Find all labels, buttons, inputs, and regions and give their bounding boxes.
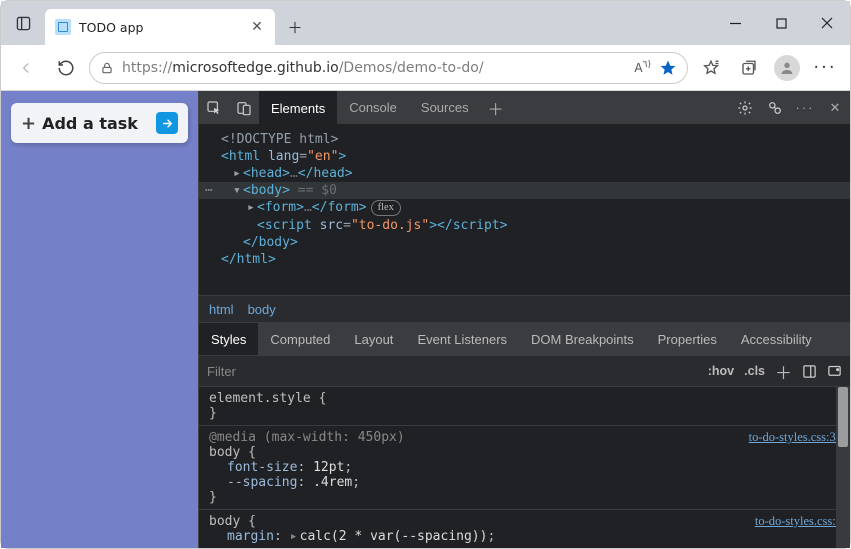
page-body: + Add a task (1, 91, 198, 548)
rule-source-link[interactable]: to-do-styles.css:39 (749, 430, 842, 445)
read-aloud-icon[interactable]: A٦) (634, 60, 651, 75)
minimize-button[interactable] (712, 1, 758, 45)
tab-elements[interactable]: Elements (259, 91, 337, 124)
computed-styles-icon[interactable] (802, 364, 817, 379)
close-window-button[interactable] (804, 1, 850, 45)
styles-filter-input[interactable]: Filter (207, 364, 698, 379)
submit-task-button[interactable] (156, 112, 178, 134)
dom-doctype: <!DOCTYPE html> (221, 132, 338, 147)
styles-tabbar: Styles Computed Layout Event Listeners D… (199, 323, 850, 355)
profile-button[interactable] (770, 51, 804, 85)
settings-icon[interactable] (730, 91, 760, 124)
inspect-element-icon[interactable] (199, 91, 229, 124)
styles-filterbar: Filter :hov .cls ＋ (199, 355, 850, 387)
window-controls (712, 1, 850, 45)
styles-tab-styles[interactable]: Styles (199, 323, 258, 355)
more-tabs-icon[interactable]: ＋ (481, 91, 511, 124)
tab-favicon (55, 19, 71, 35)
breadcrumb-body[interactable]: body (248, 302, 276, 317)
devtools-tabbar: Elements Console Sources ＋ ··· ✕ (199, 91, 850, 125)
new-style-rule-icon[interactable]: ＋ (775, 359, 792, 384)
devtools-more-icon[interactable]: ··· (790, 91, 820, 124)
lock-icon (100, 61, 114, 75)
tab-title: TODO app (79, 20, 241, 35)
tab-actions-button[interactable] (1, 1, 45, 45)
window-titlebar: TODO app ✕ ＋ (1, 1, 850, 45)
styles-tab-properties[interactable]: Properties (646, 323, 729, 355)
rule-source-link[interactable]: to-do-styles.css:1 (755, 514, 842, 529)
url-text: https://microsoftedge.github.io/Demos/de… (122, 60, 626, 76)
add-task-label[interactable]: Add a task (42, 114, 138, 133)
tab-close-icon[interactable]: ✕ (249, 19, 265, 35)
hov-toggle[interactable]: :hov (708, 364, 734, 378)
device-toolbar-icon[interactable] (229, 91, 259, 124)
styles-tab-accessibility[interactable]: Accessibility (729, 323, 824, 355)
breadcrumb-html[interactable]: html (209, 302, 234, 317)
cls-toggle[interactable]: .cls (744, 364, 765, 378)
address-bar[interactable]: https://microsoftedge.github.io/Demos/de… (89, 52, 688, 84)
dom-selected-node[interactable]: ⋯▾<body> == $0 (199, 182, 850, 199)
new-tab-button[interactable]: ＋ (279, 11, 311, 43)
refresh-button[interactable] (49, 51, 83, 85)
devtools-close-icon[interactable]: ✕ (820, 91, 850, 124)
tab-console[interactable]: Console (337, 91, 409, 124)
styles-pane[interactable]: element.style { } to-do-styles.css:39 @m… (199, 387, 850, 548)
favorite-star-icon[interactable] (659, 59, 677, 77)
browser-toolbar: https://microsoftedge.github.io/Demos/de… (1, 45, 850, 91)
back-button[interactable] (9, 51, 43, 85)
content-area: + Add a task Elements Console Sources ＋ … (1, 91, 850, 548)
flex-badge[interactable]: flex (371, 200, 401, 216)
styles-tab-computed[interactable]: Computed (258, 323, 342, 355)
more-button[interactable]: ··· (808, 51, 842, 85)
styles-tab-layout[interactable]: Layout (342, 323, 405, 355)
maximize-button[interactable] (758, 1, 804, 45)
dom-breadcrumb: html body (199, 295, 850, 323)
styles-tab-dombreakpoints[interactable]: DOM Breakpoints (519, 323, 646, 355)
issues-icon[interactable] (760, 91, 790, 124)
styles-tab-eventlisteners[interactable]: Event Listeners (405, 323, 519, 355)
dom-tree[interactable]: <!DOCTYPE html> <html lang="en"> ▸<head>… (199, 125, 850, 295)
styles-scrollbar[interactable] (836, 387, 850, 548)
plus-icon: + (21, 113, 36, 134)
browser-tab[interactable]: TODO app ✕ (45, 9, 275, 45)
add-task-card: + Add a task (11, 103, 188, 143)
rule-element-style: element.style { (209, 391, 840, 406)
favorites-button[interactable] (694, 51, 728, 85)
collections-button[interactable] (732, 51, 766, 85)
devtools-panel: Elements Console Sources ＋ ··· ✕ <!DOCTY… (198, 91, 850, 548)
tab-sources[interactable]: Sources (409, 91, 481, 124)
rendering-icon[interactable] (827, 364, 842, 379)
